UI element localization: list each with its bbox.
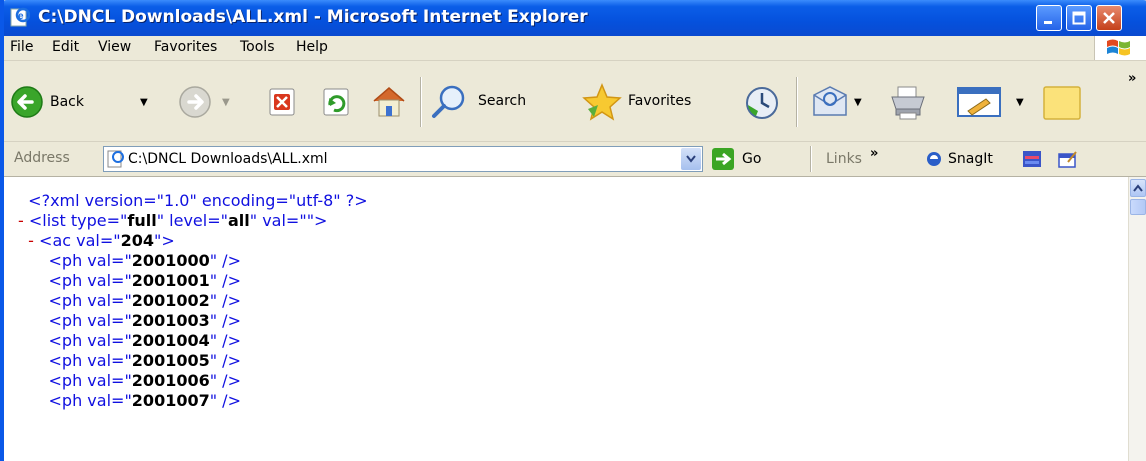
close-icon xyxy=(1103,12,1115,24)
edit-dropdown-icon[interactable]: ▼ xyxy=(1016,97,1024,108)
mail-button[interactable]: ▼ xyxy=(810,83,874,121)
history-icon[interactable] xyxy=(744,85,780,121)
title-bar[interactable]: e C:\DNCL Downloads\ALL.xml - Microsoft … xyxy=(4,0,1146,36)
windows-flag-icon xyxy=(1107,39,1130,56)
edit-page-icon xyxy=(957,87,1001,117)
collapse-toggle[interactable]: - xyxy=(18,211,24,230)
xml-ph-element: <ph val="2001001" /> xyxy=(48,271,241,290)
menu-view[interactable]: View xyxy=(98,39,131,55)
go-arrow-icon xyxy=(716,152,732,166)
links-more-chevron-icon[interactable]: » xyxy=(870,146,878,161)
xml-ph-element: <ph val="2001007" /> xyxy=(48,391,241,410)
menu-bar: File Edit View Favorites Tools Help xyxy=(4,36,1146,61)
back-label: Back xyxy=(50,94,84,110)
maximize-button[interactable] xyxy=(1066,5,1092,31)
minimize-button[interactable] xyxy=(1036,5,1062,31)
snagit-label[interactable]: SnagIt xyxy=(948,151,993,167)
note-icon[interactable] xyxy=(1042,85,1082,121)
xml-ac-element: - <ac val="204"> xyxy=(28,231,175,250)
menu-edit[interactable]: Edit xyxy=(52,39,79,55)
home-icon[interactable] xyxy=(370,83,408,121)
toolbar-more-chevron-icon[interactable]: » xyxy=(1128,71,1136,86)
search-button[interactable]: Search xyxy=(430,83,568,121)
standard-toolbar: Back ▼ ▼ Search Favorites ▼ ▼ » xyxy=(4,61,1146,142)
forward-arrow-icon xyxy=(179,86,211,118)
chevron-down-icon xyxy=(686,155,696,163)
ie-window: e C:\DNCL Downloads\ALL.xml - Microsoft … xyxy=(0,0,1146,461)
xml-ph-element: <ph val="2001005" /> xyxy=(48,351,241,370)
xml-ph-element: <ph val="2001000" /> xyxy=(48,251,241,270)
address-dropdown-button[interactable] xyxy=(681,148,701,170)
snagit-icon[interactable] xyxy=(926,151,942,167)
minimize-icon xyxy=(1044,21,1052,24)
xml-ph-list: <ph val="2001000" /> <ph val="2001001" /… xyxy=(18,251,368,411)
favorites-button[interactable]: Favorites xyxy=(582,83,732,121)
xml-declaration: <?xml version="1.0" encoding="utf-8" ?> xyxy=(28,191,368,210)
snagit-edit-icon[interactable] xyxy=(1058,150,1078,168)
chevron-up-icon xyxy=(1133,184,1143,192)
go-arrow-button[interactable] xyxy=(712,148,734,170)
address-separator xyxy=(810,146,812,172)
search-magnifier-icon xyxy=(432,85,465,118)
mail-icon xyxy=(813,86,847,116)
close-button[interactable] xyxy=(1096,5,1122,31)
ie-page-icon: e xyxy=(10,7,30,27)
forward-dropdown-icon[interactable]: ▼ xyxy=(222,97,230,108)
svg-text:e: e xyxy=(18,11,24,22)
xml-ph-element: <ph val="2001002" /> xyxy=(48,291,241,310)
scroll-up-button[interactable] xyxy=(1130,179,1146,197)
menu-tools[interactable]: Tools xyxy=(240,39,275,55)
toolbar-separator-2 xyxy=(796,77,798,127)
address-input[interactable]: C:\DNCL Downloads\ALL.xml xyxy=(103,146,703,172)
collapse-toggle[interactable]: - xyxy=(28,231,34,250)
address-url: C:\DNCL Downloads\ALL.xml xyxy=(128,151,328,167)
links-label[interactable]: Links xyxy=(826,151,862,167)
back-button[interactable]: Back ▼ xyxy=(10,85,160,119)
edit-button[interactable]: ▼ xyxy=(956,85,1032,121)
menu-help[interactable]: Help xyxy=(296,39,328,55)
window-title: C:\DNCL Downloads\ALL.xml - Microsoft In… xyxy=(38,7,588,27)
address-label: Address xyxy=(14,150,70,166)
address-bar: Address C:\DNCL Downloads\ALL.xml Go Lin… xyxy=(4,142,1146,177)
windows-logo xyxy=(1094,36,1146,60)
print-icon[interactable] xyxy=(888,83,928,121)
xml-ph-element: <ph val="2001003" /> xyxy=(48,311,241,330)
favorites-star-icon xyxy=(582,83,622,121)
ie-page-small-icon xyxy=(107,150,124,168)
xml-ph-element: <ph val="2001004" /> xyxy=(48,331,241,350)
vertical-scrollbar[interactable] xyxy=(1128,177,1146,461)
menu-favorites[interactable]: Favorites xyxy=(154,39,217,55)
maximize-icon xyxy=(1072,11,1086,25)
xml-ph-element: <ph val="2001006" /> xyxy=(48,371,241,390)
stop-icon[interactable] xyxy=(266,85,300,119)
snagit-capture-icon[interactable] xyxy=(1022,150,1042,168)
refresh-icon[interactable] xyxy=(320,85,354,119)
search-label: Search xyxy=(478,93,527,109)
favorites-label: Favorites xyxy=(628,93,692,109)
back-arrow-icon xyxy=(11,86,43,118)
menu-file[interactable]: File xyxy=(10,39,33,55)
toolbar-separator xyxy=(420,77,422,127)
xml-tree: <?xml version="1.0" encoding="utf-8" ?> … xyxy=(18,191,368,411)
xml-list-element: - <list type="full" level="all" val=""> xyxy=(18,211,328,230)
go-button[interactable]: Go xyxy=(742,151,761,167)
xml-document-view: <?xml version="1.0" encoding="utf-8" ?> … xyxy=(4,177,1129,461)
back-dropdown-icon[interactable]: ▼ xyxy=(140,97,148,108)
scroll-thumb[interactable] xyxy=(1130,199,1146,215)
forward-button[interactable]: ▼ xyxy=(178,85,236,119)
mail-dropdown-icon[interactable]: ▼ xyxy=(854,97,862,108)
